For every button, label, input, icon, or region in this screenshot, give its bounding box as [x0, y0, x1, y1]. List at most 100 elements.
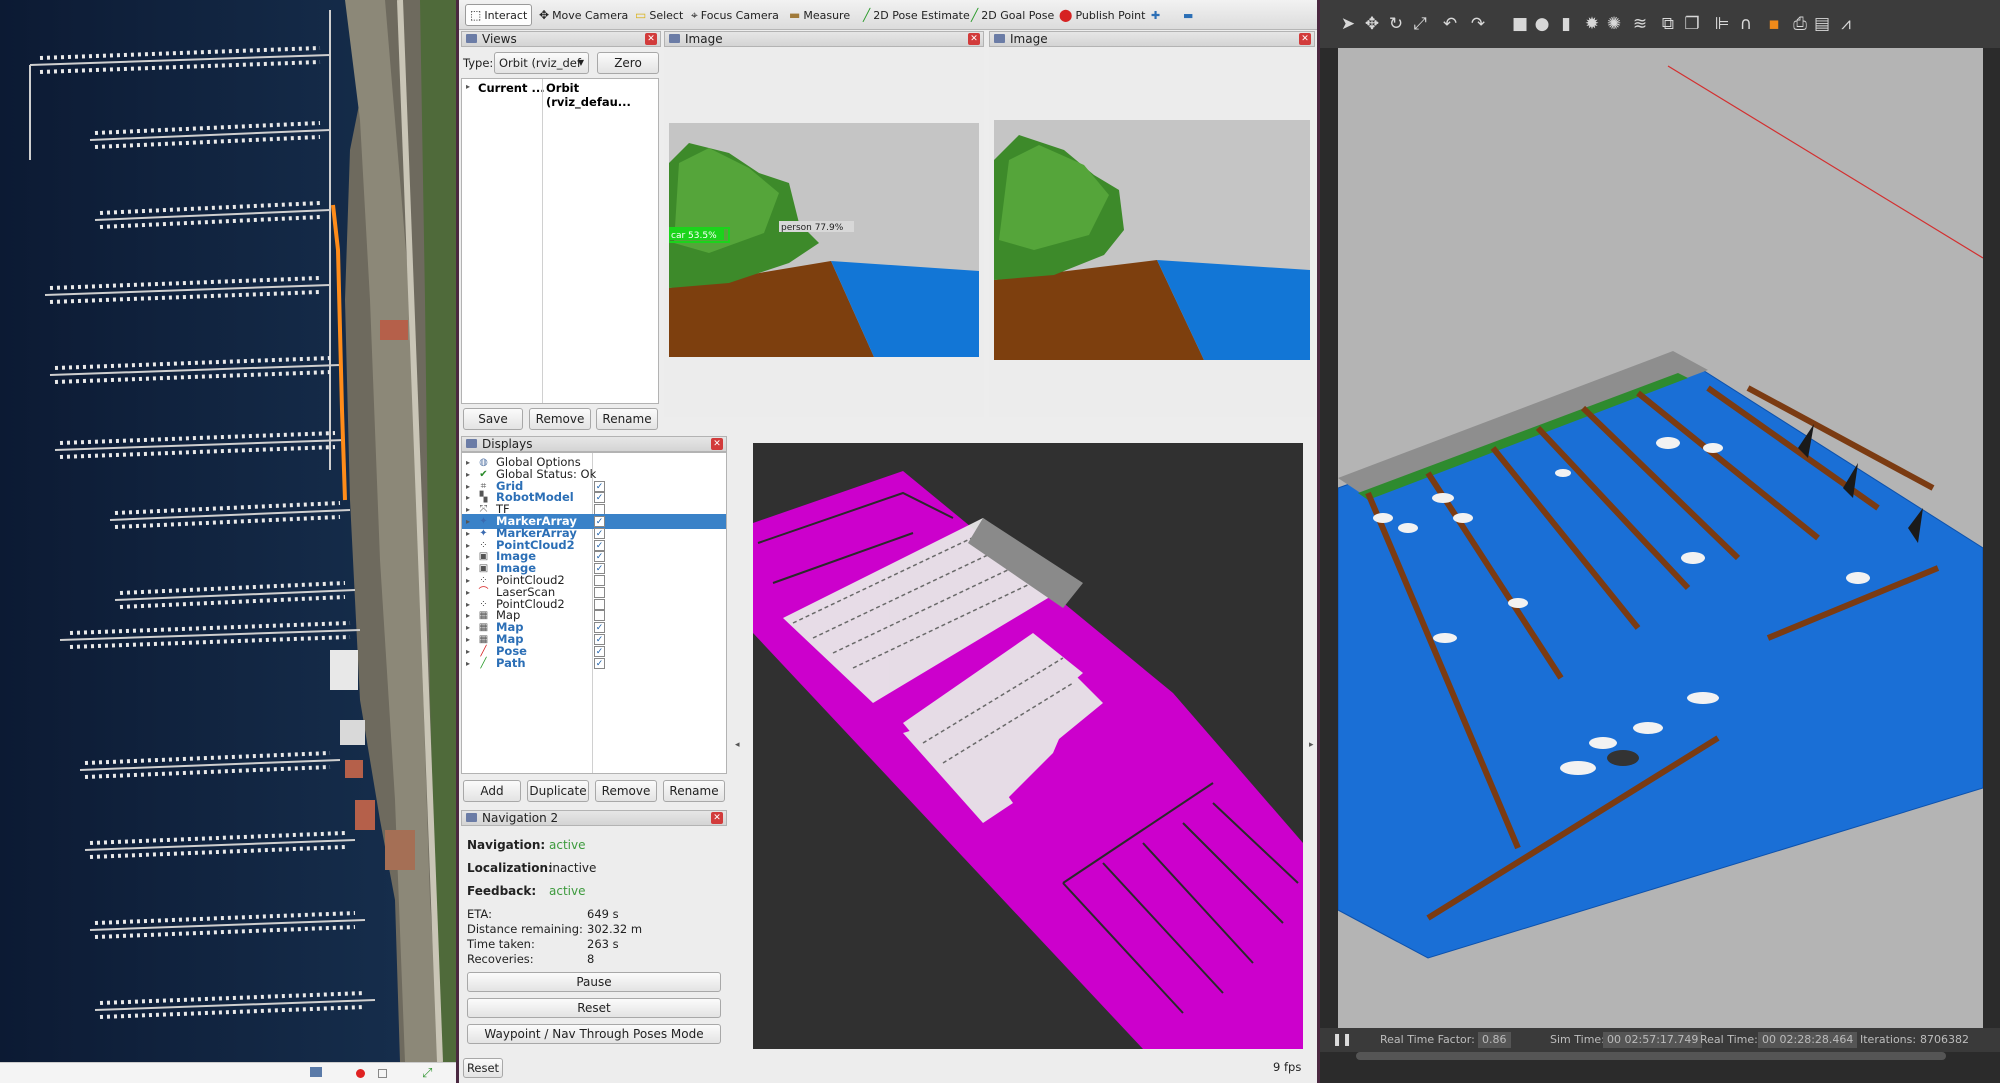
- select-icon: ▭: [635, 8, 647, 22]
- navigation-icon: [466, 813, 477, 822]
- eta-label: ETA:: [467, 907, 492, 921]
- directional-light-icon[interactable]: ≋: [1630, 14, 1650, 34]
- real-time-value: 00 02:28:28.464: [1758, 1032, 1858, 1048]
- goal-pose-tool[interactable]: ╱ 2D Goal Pose: [967, 4, 1058, 26]
- expand-arrow-icon[interactable]: ▸: [466, 656, 470, 671]
- pose-estimate-tool[interactable]: ╱ 2D Pose Estimate: [859, 4, 974, 26]
- map-viewer-statusbar: ⤢: [0, 1062, 456, 1083]
- screenshot-icon[interactable]: ⎙: [1790, 14, 1810, 34]
- gazebo-marina-render: [1338, 65, 1983, 959]
- views-save-button[interactable]: Save: [463, 408, 523, 430]
- gazebo-3d-scene[interactable]: [1338, 48, 1983, 1036]
- close-icon[interactable]: ✕: [968, 33, 980, 45]
- rviz-3d-view[interactable]: [753, 443, 1303, 1049]
- cylinder-icon[interactable]: ▮: [1556, 14, 1576, 34]
- displays-rename-button[interactable]: Rename: [663, 780, 725, 802]
- camera-image-1: car 53.5% person 77.9%: [669, 123, 979, 357]
- views-list[interactable]: ▸ Current ... Orbit (rviz_defau...: [461, 78, 659, 404]
- views-orbit-column: Orbit (rviz_defau...: [546, 81, 631, 109]
- ruler-icon: ▬: [789, 8, 801, 22]
- navigation-status-label: Navigation:: [467, 838, 546, 852]
- interact-tool[interactable]: ⬚ Interact: [465, 4, 533, 26]
- car-detection-label: car 53.5%: [671, 231, 717, 241]
- views-rename-button[interactable]: Rename: [596, 408, 658, 430]
- rviz-reset-button[interactable]: Reset: [463, 1058, 503, 1078]
- move-camera-tool[interactable]: ✥ Move Camera: [535, 4, 632, 26]
- view-type-label: Type:: [463, 56, 494, 70]
- image-panel-2-title: Image ✕: [989, 31, 1315, 47]
- publish-point-tool[interactable]: ⬤ Publish Point: [1055, 4, 1149, 26]
- chevron-down-icon: ▼: [577, 58, 584, 67]
- image-panel-1-title: Image ✕: [664, 31, 984, 47]
- collapse-right-icon[interactable]: ▸: [1309, 740, 1314, 750]
- column-divider: [542, 79, 543, 403]
- views-remove-button[interactable]: Remove: [529, 408, 591, 430]
- snap-icon[interactable]: ∩: [1736, 14, 1756, 34]
- close-icon[interactable]: ✕: [645, 33, 657, 45]
- displays-remove-button[interactable]: Remove: [595, 780, 657, 802]
- gazebo-scrollbar[interactable]: [1356, 1052, 1946, 1060]
- box-icon[interactable]: ■: [1510, 14, 1530, 34]
- spot-light-icon[interactable]: ✺: [1604, 14, 1624, 34]
- plot-icon[interactable]: ⩘: [1836, 14, 1856, 34]
- marina-satellite-image: [0, 0, 456, 1062]
- close-icon[interactable]: ✕: [1299, 33, 1311, 45]
- remove-tool-button[interactable]: ▬: [1179, 4, 1197, 26]
- pause-button[interactable]: Pause: [467, 972, 721, 992]
- close-icon[interactable]: ✕: [711, 812, 723, 824]
- stop-icon[interactable]: [378, 1069, 387, 1078]
- copy-icon[interactable]: ⧉: [1658, 14, 1678, 34]
- fps-readout: 9 fps: [1273, 1060, 1302, 1074]
- rtf-label: Real Time Factor:: [1380, 1033, 1475, 1046]
- translate-icon[interactable]: ✥: [1362, 14, 1382, 34]
- scale-icon[interactable]: ⤢: [1410, 14, 1430, 34]
- iterations-label: Iterations:: [1860, 1033, 1917, 1046]
- map-pin-icon: ⬤: [1059, 8, 1073, 22]
- align-icon[interactable]: ⊫: [1712, 14, 1732, 34]
- redo-icon[interactable]: ↷: [1468, 14, 1488, 34]
- displays-duplicate-button[interactable]: Duplicate: [527, 780, 589, 802]
- fullscreen-icon[interactable]: ⤢: [422, 1066, 432, 1081]
- select-tool[interactable]: ▭ Select: [631, 4, 687, 26]
- rotate-icon[interactable]: ↻: [1386, 14, 1406, 34]
- view-type-select[interactable]: Orbit (rviz_def ▼: [494, 52, 589, 74]
- plus-icon: ✚: [1151, 8, 1161, 22]
- sim-time-value: 00 02:57:17.749: [1603, 1032, 1703, 1048]
- display-enable-checkbox[interactable]: ✓: [594, 657, 605, 669]
- log-icon[interactable]: ▤: [1812, 14, 1832, 34]
- goal-pose-icon: ╱: [971, 8, 979, 22]
- costmap-render: [753, 471, 1303, 1049]
- undo-icon[interactable]: ↶: [1440, 14, 1460, 34]
- focus-camera-tool[interactable]: ⌖ Focus Camera: [687, 4, 783, 26]
- orange-select-icon[interactable]: ▪: [1764, 14, 1784, 34]
- display-item-label: Path: [496, 655, 526, 670]
- select-arrow-icon[interactable]: ➤: [1338, 14, 1358, 34]
- sun-light-icon[interactable]: ✹: [1582, 14, 1602, 34]
- expand-arrow-icon[interactable]: ▸: [466, 82, 470, 91]
- zero-button[interactable]: Zero: [597, 52, 659, 74]
- waypoint-mode-button[interactable]: Waypoint / Nav Through Poses Mode: [467, 1024, 721, 1044]
- add-tool-button[interactable]: ✚: [1147, 4, 1164, 26]
- measure-tool[interactable]: ▬ Measure: [785, 4, 854, 26]
- feedback-status-label: Feedback:: [467, 884, 537, 898]
- camera-image-2: [994, 120, 1310, 360]
- nav-reset-button[interactable]: Reset: [467, 998, 721, 1018]
- record-icon[interactable]: [356, 1069, 365, 1078]
- displays-tree[interactable]: ▸ ◍ Global Options ▸ ✔ Global Status: Ok ▸ ⌗ Gri…: [461, 452, 727, 774]
- paste-icon[interactable]: ❐: [1682, 14, 1702, 34]
- collapse-left-icon[interactable]: ◂: [735, 740, 740, 750]
- satellite-map-panel: ⤢: [0, 0, 456, 1083]
- screen-icon[interactable]: [310, 1067, 322, 1077]
- focus-camera-icon: ⌖: [691, 7, 698, 22]
- displays-add-button[interactable]: Add: [463, 780, 521, 802]
- display-item[interactable]: ▸ ╱ Path ✓: [462, 655, 726, 671]
- recoveries-value: 8: [587, 952, 595, 966]
- feedback-status-value: active: [549, 884, 586, 898]
- displays-icon: [466, 439, 477, 448]
- move-camera-icon: ✥: [539, 8, 550, 22]
- close-icon[interactable]: ✕: [711, 438, 723, 450]
- path-icon: ╱: [480, 657, 487, 669]
- pause-icon[interactable]: ❚❚: [1332, 1032, 1352, 1046]
- sphere-icon[interactable]: ●: [1532, 14, 1552, 34]
- x-axis-line: [1667, 65, 1983, 259]
